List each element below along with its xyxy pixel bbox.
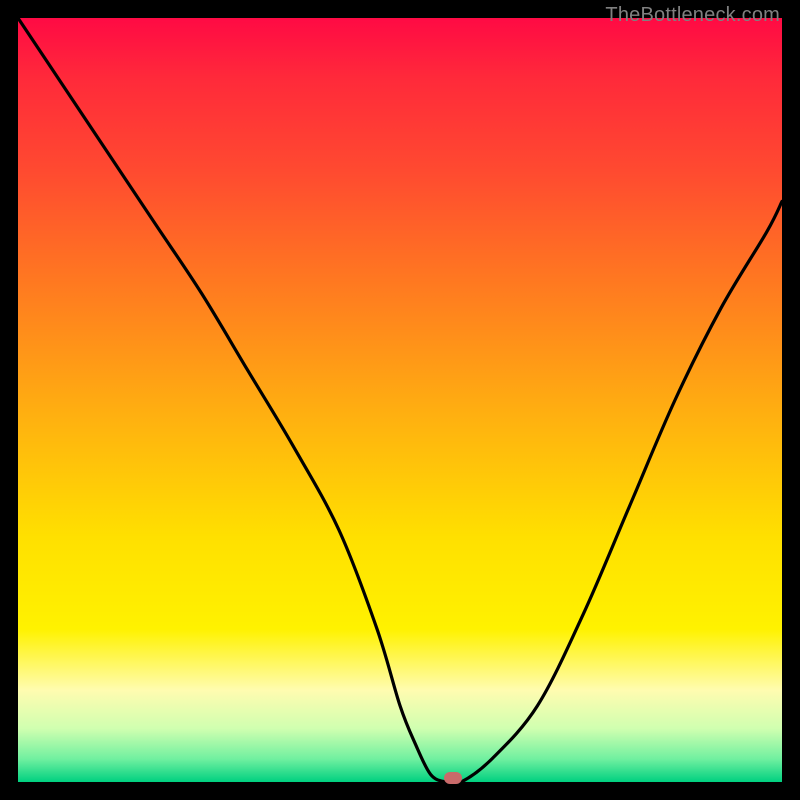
min-marker bbox=[444, 772, 462, 784]
chart-container: TheBottleneck.com bbox=[0, 0, 800, 800]
plot-area bbox=[18, 18, 782, 782]
watermark-label: TheBottleneck.com bbox=[605, 4, 780, 27]
line-curve bbox=[18, 18, 782, 782]
